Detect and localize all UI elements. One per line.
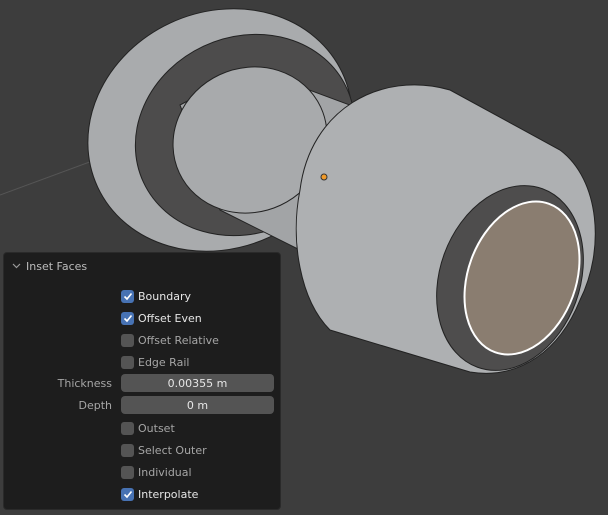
individual-label[interactable]: Individual <box>138 466 192 479</box>
option-outset[interactable]: Outset <box>4 419 282 437</box>
interpolate-checkbox[interactable] <box>121 487 134 501</box>
depth-label: Depth <box>78 398 112 412</box>
panel-title: Inset Faces <box>26 259 88 273</box>
select-outer-checkbox[interactable] <box>121 443 134 457</box>
option-offset-relative[interactable]: Offset Relative <box>4 331 282 349</box>
offset-relative-label[interactable]: Offset Relative <box>138 334 219 347</box>
boundary-checkbox[interactable] <box>121 289 134 303</box>
depth-row: Depth 0 m <box>4 396 282 414</box>
boundary-label[interactable]: Boundary <box>138 290 191 303</box>
thickness-field[interactable]: 0.00355 m <box>121 374 274 392</box>
option-select-outer[interactable]: Select Outer <box>4 441 282 459</box>
panel-header[interactable]: Inset Faces <box>12 259 87 273</box>
check-icon <box>123 314 132 322</box>
option-edge-rail[interactable]: Edge Rail <box>4 353 282 371</box>
check-icon <box>123 292 132 300</box>
option-interpolate[interactable]: Interpolate <box>4 485 282 503</box>
mesh-right-flange <box>295 84 596 374</box>
option-individual[interactable]: Individual <box>4 463 282 481</box>
offset-even-label[interactable]: Offset Even <box>138 312 202 325</box>
offset-even-checkbox[interactable] <box>121 311 134 325</box>
edge-rail-label[interactable]: Edge Rail <box>138 356 189 369</box>
depth-field[interactable]: 0 m <box>121 396 274 414</box>
chevron-down-icon <box>12 263 21 269</box>
option-boundary[interactable]: Boundary <box>4 287 282 305</box>
select-outer-label[interactable]: Select Outer <box>138 444 207 457</box>
object-origin-dot <box>320 173 328 181</box>
individual-checkbox[interactable] <box>121 465 134 479</box>
operator-panel: Inset Faces Boundary Offset Even Offset … <box>3 252 281 510</box>
interpolate-label[interactable]: Interpolate <box>138 488 198 501</box>
outset-label[interactable]: Outset <box>138 422 175 435</box>
thickness-label: Thickness <box>57 376 112 390</box>
option-offset-even[interactable]: Offset Even <box>4 309 282 327</box>
check-icon <box>123 490 132 498</box>
edge-rail-checkbox[interactable] <box>121 355 134 369</box>
thickness-row: Thickness 0.00355 m <box>4 374 282 392</box>
grid-axis-line <box>0 159 96 196</box>
offset-relative-checkbox[interactable] <box>121 333 134 347</box>
outset-checkbox[interactable] <box>121 421 134 435</box>
